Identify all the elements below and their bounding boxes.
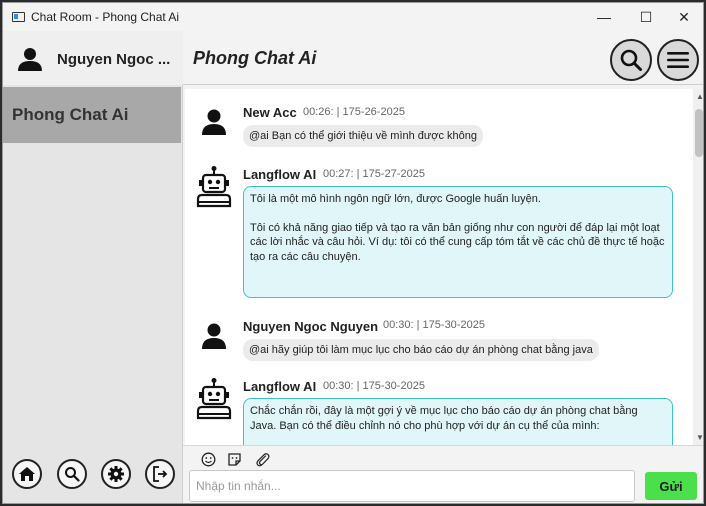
ai-message-bubble: Chắc chắn rồi, đây là một gợi ý về mục l… bbox=[243, 398, 673, 445]
home-button[interactable] bbox=[12, 459, 42, 489]
send-button[interactable]: Gửi bbox=[645, 472, 697, 500]
message-time: 00:27: | 175-27-2025 bbox=[323, 168, 425, 180]
gear-icon bbox=[108, 466, 124, 482]
message-time: 00:30: | 175-30-2025 bbox=[323, 380, 425, 392]
attach-button[interactable] bbox=[253, 450, 271, 468]
emoji-icon bbox=[201, 452, 215, 466]
close-button[interactable]: ✕ bbox=[663, 3, 703, 31]
message-sender: Langflow AI bbox=[243, 167, 317, 182]
message-paragraph: Tôi là một mô hình ngôn ngữ lớn, được Go… bbox=[250, 193, 541, 205]
chat-header: Phong Chat Ai bbox=[183, 31, 703, 85]
paperclip-icon bbox=[255, 452, 269, 466]
search-icon bbox=[620, 49, 642, 71]
message-bubble: @ai hãy giúp tôi làm mục lục cho báo cáo… bbox=[243, 339, 599, 361]
sticker-icon bbox=[227, 452, 241, 466]
app-icon bbox=[12, 12, 25, 22]
header-search-button[interactable] bbox=[610, 39, 652, 81]
message-time: 00:26: | 175-26-2025 bbox=[303, 106, 405, 118]
chat-scrollbar[interactable]: ▲ ▼ bbox=[693, 89, 703, 445]
logout-icon bbox=[153, 466, 168, 482]
logout-button[interactable] bbox=[145, 459, 175, 489]
scroll-thumb[interactable] bbox=[695, 109, 703, 157]
sidebar-toolbar bbox=[3, 445, 183, 503]
message-paragraph: Tôi có khả năng giao tiếp và tạo ra văn … bbox=[250, 221, 665, 263]
settings-button[interactable] bbox=[101, 459, 131, 489]
user-icon bbox=[18, 48, 42, 71]
scroll-up-icon[interactable]: ▲ bbox=[696, 92, 703, 101]
message-composer: Gửi bbox=[183, 445, 703, 503]
message-paragraph: Chắc chắn rồi, đây là một gợi ý về mục l… bbox=[250, 405, 638, 432]
message-sender: Langflow AI bbox=[243, 379, 317, 394]
message-bubble: @ai Bạn có thể giới thiệu về mình được k… bbox=[243, 125, 484, 147]
minimize-button[interactable]: — bbox=[583, 3, 625, 31]
maximize-button[interactable]: ☐ bbox=[625, 3, 667, 31]
window-title: Chat Room - Phong Chat Ai bbox=[31, 10, 180, 24]
emoji-button[interactable] bbox=[199, 450, 217, 468]
search-button[interactable] bbox=[57, 459, 87, 489]
chat-window: Chat Room - Phong Chat Ai — ☐ ✕ Nguyen N… bbox=[2, 2, 704, 504]
user-name: Nguyen Ngoc ... bbox=[57, 51, 171, 68]
room-label: Phong Chat Ai bbox=[12, 105, 129, 124]
sticker-button[interactable] bbox=[225, 450, 243, 468]
ai-message-bubble: Tôi là một mô hình ngôn ngữ lớn, được Go… bbox=[243, 186, 673, 298]
room-title: Phong Chat Ai bbox=[193, 48, 317, 68]
current-user[interactable]: Nguyen Ngoc ... bbox=[3, 31, 183, 85]
room-item-phong-chat-ai[interactable]: Phong Chat Ai bbox=[3, 87, 181, 143]
message-input[interactable] bbox=[189, 470, 635, 502]
message-list[interactable]: New Acc 00:26: | 175-26-2025 @ai Bạn có … bbox=[185, 89, 693, 445]
message-sender: Nguyen Ngoc Nguyen bbox=[243, 319, 379, 334]
robot-icon bbox=[196, 166, 232, 208]
user-icon bbox=[202, 323, 226, 349]
title-bar: Chat Room - Phong Chat Ai — ☐ ✕ bbox=[3, 3, 703, 31]
message-sender: New Acc bbox=[243, 105, 297, 120]
home-icon bbox=[19, 467, 35, 481]
message-time: 00:30: | 175-30-2025 bbox=[383, 319, 485, 331]
sidebar: Nguyen Ngoc ... Phong Chat Ai bbox=[3, 31, 183, 503]
scroll-down-icon[interactable]: ▼ bbox=[696, 433, 703, 442]
robot-icon bbox=[196, 378, 232, 420]
search-icon bbox=[65, 467, 80, 482]
user-icon bbox=[202, 109, 226, 135]
header-menu-button[interactable] bbox=[657, 39, 699, 81]
menu-icon bbox=[667, 52, 689, 68]
